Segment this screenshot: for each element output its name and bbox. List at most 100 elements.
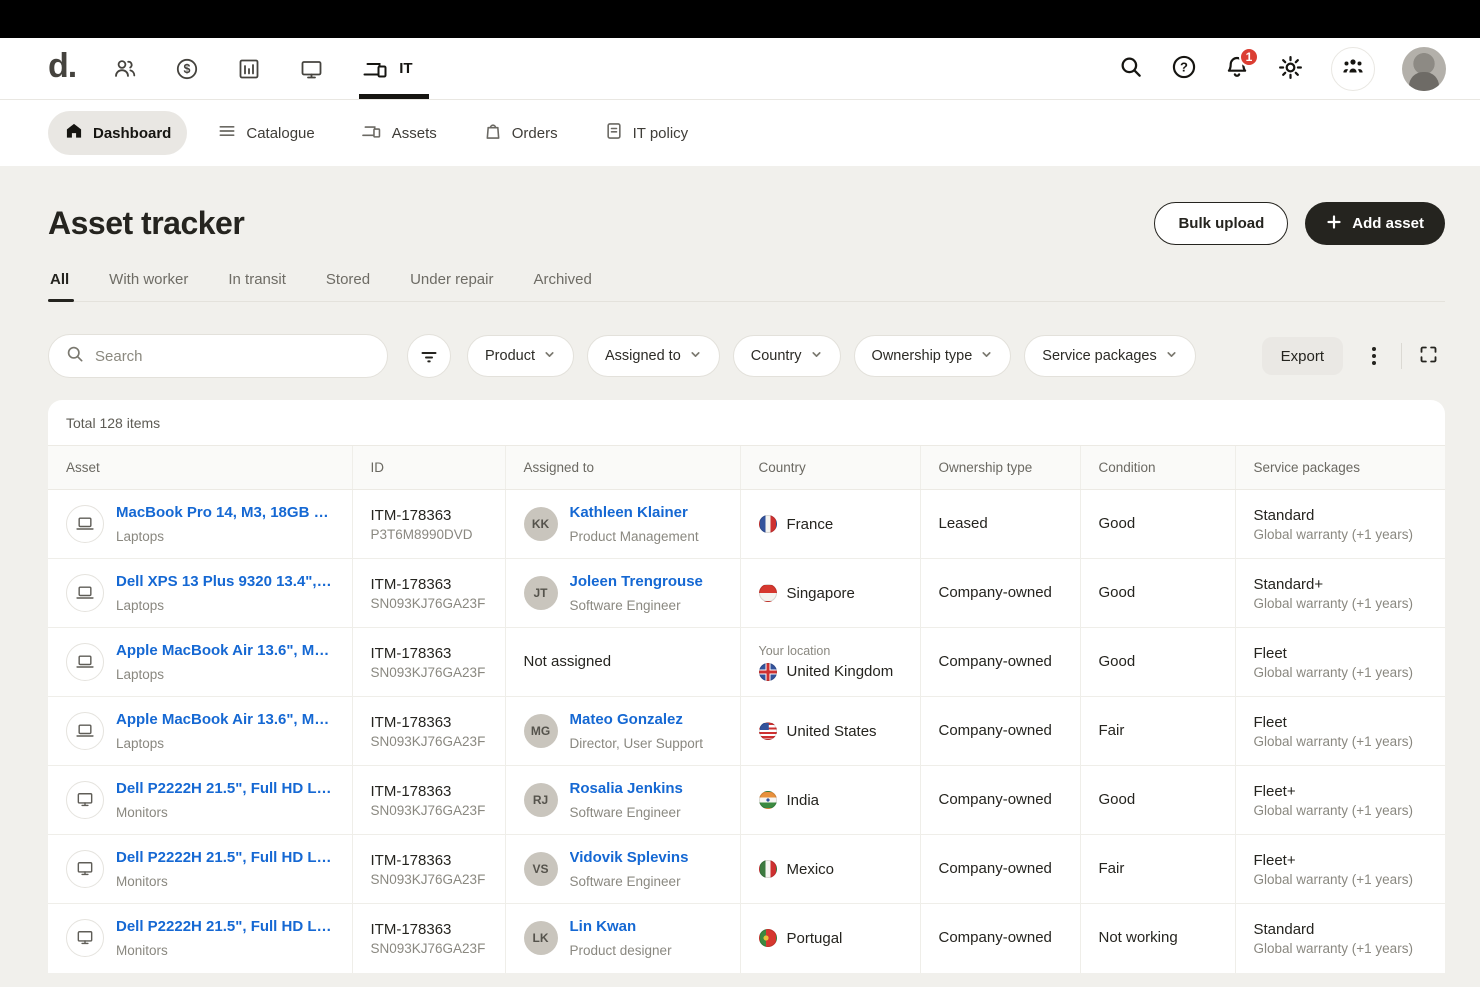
table-row[interactable]: Apple MacBook Air 13.6", M2...LaptopsITM…: [48, 628, 1445, 697]
deel-logo[interactable]: d.: [48, 49, 76, 89]
module-people-button[interactable]: [112, 38, 138, 99]
svg-text:$: $: [184, 62, 191, 76]
service-package-cell: Fleet+Global warranty (+1 years): [1235, 835, 1445, 904]
country-cell: Singapore: [740, 559, 920, 628]
table-row[interactable]: MacBook Pro 14, M3, 18GB R...LaptopsITM-…: [48, 490, 1445, 559]
filter-chips: Product Assigned to Country Ownership type S…: [467, 335, 1196, 377]
expand-icon: [1418, 344, 1439, 368]
notifications-button[interactable]: 1: [1224, 54, 1250, 83]
asset-id: ITM-178363: [371, 921, 487, 938]
subnav-item-catalogue[interactable]: Catalogue: [201, 111, 330, 155]
subnav-item-assets[interactable]: Assets: [345, 111, 453, 155]
svg-text:?: ?: [1180, 60, 1188, 75]
assignee-link[interactable]: Lin Kwan: [570, 918, 637, 935]
subnav-item-it-policy[interactable]: IT policy: [588, 111, 705, 155]
asset-name-link[interactable]: Dell XPS 13 Plus 9320 13.4", i...: [116, 573, 334, 590]
table-row[interactable]: Apple MacBook Air 13.6", M2...LaptopsITM…: [48, 697, 1445, 766]
asset-category: Monitors: [116, 874, 334, 889]
module-monitor-button[interactable]: [298, 38, 325, 99]
asset-serial: SN093KJ76GA23F: [371, 803, 487, 818]
user-avatar[interactable]: [1402, 47, 1446, 91]
search-input[interactable]: [95, 348, 371, 365]
tab-stored[interactable]: Stored: [324, 271, 372, 301]
subnav-item-orders[interactable]: Orders: [467, 111, 574, 155]
home-icon: [64, 121, 84, 145]
filter-chip-service-packages[interactable]: Service packages: [1024, 335, 1195, 377]
assignee-role: Product Management: [570, 529, 699, 544]
condition-cell: Fair: [1080, 697, 1235, 766]
id-cell: ITM-178363SN093KJ76GA23F: [352, 697, 505, 766]
help-button[interactable]: ?: [1171, 54, 1197, 83]
laptop-icon: [66, 505, 104, 543]
ownership-cell: Leased: [920, 490, 1080, 559]
bag-icon: [483, 121, 503, 145]
assignee-link[interactable]: Rosalia Jenkins: [570, 780, 683, 797]
settings-button[interactable]: [1277, 54, 1304, 84]
tab-all[interactable]: All: [48, 271, 71, 301]
service-package-cell: FleetGlobal warranty (+1 years): [1235, 628, 1445, 697]
doc-icon: [604, 121, 624, 145]
assignee-link[interactable]: Kathleen Klainer: [570, 504, 688, 521]
add-asset-button[interactable]: Add asset: [1305, 202, 1445, 245]
asset-name-link[interactable]: Apple MacBook Air 13.6", M2...: [116, 711, 334, 728]
bulk-upload-button[interactable]: Bulk upload: [1154, 202, 1288, 245]
asset-name-link[interactable]: Apple MacBook Air 13.6", M2...: [116, 642, 334, 659]
filter-chip-assigned-to[interactable]: Assigned to: [587, 335, 720, 377]
table-row[interactable]: Dell XPS 13 Plus 9320 13.4", i...Laptops…: [48, 559, 1445, 628]
assignee-link[interactable]: Vidovik Splevins: [570, 849, 689, 866]
module-payroll-button[interactable]: $: [174, 38, 200, 99]
search-button[interactable]: [1118, 54, 1144, 83]
condition-cell: Good: [1080, 559, 1235, 628]
asset-name-link[interactable]: MacBook Pro 14, M3, 18GB R...: [116, 504, 334, 521]
team-switcher-button[interactable]: [1331, 47, 1375, 91]
module-analytics-button[interactable]: [236, 38, 262, 99]
ownership-type: Leased: [939, 515, 988, 532]
tab-with-worker[interactable]: With worker: [107, 271, 190, 301]
filter-chip-product[interactable]: Product: [467, 335, 574, 377]
table-row[interactable]: Dell P2222H 21.5", Full HD LE...Monitors…: [48, 904, 1445, 973]
asset-id: ITM-178363: [371, 645, 487, 662]
asset-name-link[interactable]: Dell P2222H 21.5", Full HD LE...: [116, 780, 334, 797]
asset-name-link[interactable]: Dell P2222H 21.5", Full HD LE...: [116, 918, 334, 935]
condition-value: Not working: [1099, 929, 1178, 946]
assignee-avatar: LK: [524, 921, 558, 955]
your-location-label: Your location: [759, 644, 902, 658]
search-box[interactable]: [48, 334, 388, 378]
tab-under-repair[interactable]: Under repair: [408, 271, 495, 301]
country-name: United Kingdom: [787, 663, 894, 680]
subnav-item-dashboard[interactable]: Dashboard: [48, 111, 187, 155]
export-button[interactable]: Export: [1262, 337, 1343, 375]
devices-icon: [361, 57, 391, 81]
assignee-role: Software Engineer: [570, 805, 683, 820]
package-detail: Global warranty (+1 years): [1254, 734, 1428, 749]
assignee-role: Product designer: [570, 943, 672, 958]
ownership-type: Company-owned: [939, 722, 1052, 739]
chip-label: Product: [485, 348, 535, 364]
chevron-down-icon: [980, 348, 993, 365]
asset-serial: SN093KJ76GA23F: [371, 734, 487, 749]
fullscreen-button[interactable]: [1412, 344, 1445, 368]
table-row[interactable]: Dell P2222H 21.5", Full HD LE...Monitors…: [48, 766, 1445, 835]
filter-chip-ownership-type[interactable]: Ownership type: [854, 335, 1012, 377]
package-detail: Global warranty (+1 years): [1254, 527, 1428, 542]
service-package-cell: FleetGlobal warranty (+1 years): [1235, 697, 1445, 766]
assigned-to-cell: LK Lin Kwan Product designer: [505, 904, 740, 973]
filter-chip-country[interactable]: Country: [733, 335, 841, 377]
assigned-to-cell: RJRosalia JenkinsSoftware Engineer: [505, 766, 740, 835]
chevron-down-icon: [810, 348, 823, 365]
people-icon: [112, 57, 138, 81]
assignee-avatar: VS: [524, 852, 558, 886]
assignee-role: Software Engineer: [570, 598, 703, 613]
filter-settings-button[interactable]: [407, 334, 451, 378]
column-header-ownership-type: Ownership type: [920, 446, 1080, 490]
assignee-role: Software Engineer: [570, 874, 689, 889]
tab-in-transit[interactable]: In transit: [226, 271, 288, 301]
asset-name-link[interactable]: Dell P2222H 21.5", Full HD LE...: [116, 849, 334, 866]
table-row[interactable]: Dell P2222H 21.5", Full HD LE... Monitors…: [48, 835, 1445, 904]
assignee-link[interactable]: Mateo Gonzalez: [570, 711, 683, 728]
more-options-button[interactable]: [1357, 347, 1391, 365]
module-it-button[interactable]: IT: [361, 38, 412, 99]
monitor-icon: [298, 57, 325, 81]
assignee-link[interactable]: Joleen Trengrouse: [570, 573, 703, 590]
tab-archived[interactable]: Archived: [531, 271, 593, 301]
